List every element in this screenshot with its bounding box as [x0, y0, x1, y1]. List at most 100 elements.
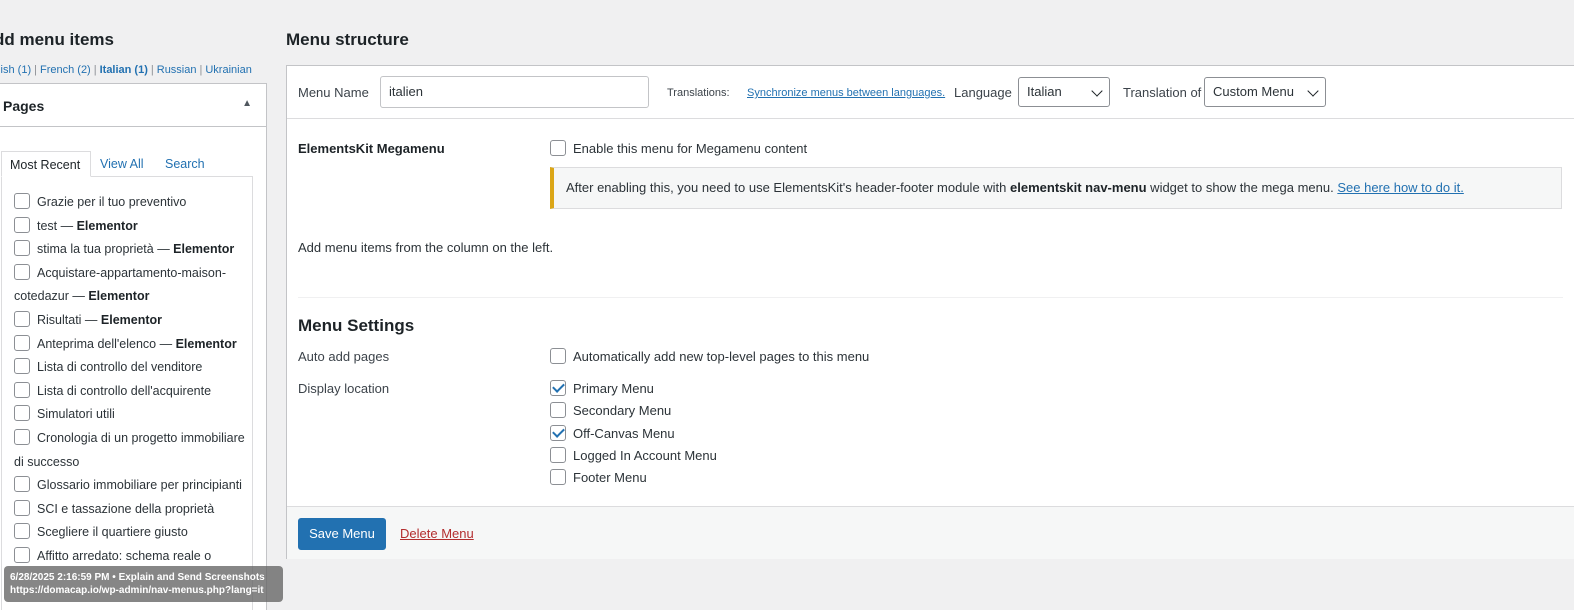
page-list-item[interactable]: SCI e tassazione della proprietà	[14, 498, 246, 522]
enable-megamenu-checkbox[interactable]	[550, 140, 566, 156]
translation-of-value: Custom Menu	[1213, 84, 1294, 99]
page-item-label: test —	[37, 218, 77, 233]
page-list-item[interactable]: Lista di controllo dell'acquirente	[14, 380, 246, 404]
page-checkbox[interactable]	[14, 240, 30, 257]
location-label: Off-Canvas Menu	[573, 426, 675, 441]
page-list-item[interactable]: Simulatori utili	[14, 403, 246, 427]
enable-megamenu-row[interactable]: Enable this menu for Megamenu content	[550, 140, 807, 157]
translations-label: Translations:	[667, 87, 730, 99]
language-select[interactable]: Italian	[1018, 77, 1110, 107]
tab-search[interactable]: Search	[165, 151, 205, 177]
page-list-item[interactable]: Acquistare-appartamento-maison-cotedazur…	[14, 262, 246, 309]
location-checkbox[interactable]	[550, 425, 566, 441]
tab-most-recent[interactable]: Most Recent	[1, 151, 91, 177]
add-menu-items-column: dd menu items glish (1)|French (2)|Itali…	[0, 0, 268, 610]
save-menu-button[interactable]: Save Menu	[298, 518, 386, 550]
menu-structure-title: Menu structure	[286, 30, 409, 49]
location-row[interactable]: Footer Menu	[550, 469, 647, 486]
tooltip-timestamp: 6/28/2025 2:16:59 PM • Explain and Send …	[10, 572, 265, 583]
delete-menu-link[interactable]: Delete Menu	[400, 526, 474, 541]
location-row[interactable]: Off-Canvas Menu	[550, 425, 675, 442]
notice-text-post: widget to show the mega menu.	[1146, 180, 1338, 195]
tab-view-all[interactable]: View All	[100, 151, 144, 177]
page-item-label: Glossario immobiliare per principianti	[37, 478, 242, 493]
page-list-item[interactable]: Cronologia di un progetto immobiliare di…	[14, 427, 246, 474]
page-item-label: SCI e tassazione della proprietà	[37, 501, 215, 516]
page-checkbox[interactable]	[14, 428, 30, 445]
page-checkbox[interactable]	[14, 310, 30, 327]
collapse-arrow-icon[interactable]: ▲	[242, 98, 252, 109]
page-checkbox[interactable]	[14, 358, 30, 375]
menu-edit-panel: Menu Name italien Translations: Synchron…	[286, 65, 1574, 559]
translation-of-label: Translation of	[1123, 85, 1202, 100]
location-checkbox[interactable]	[550, 402, 566, 418]
page-list-item[interactable]: Lista di controllo del venditore	[14, 356, 246, 380]
page-checkbox[interactable]	[14, 263, 30, 280]
lang-link-ukrainian[interactable]: Ukrainian	[205, 64, 251, 76]
location-row[interactable]: Primary Menu	[550, 380, 654, 397]
enable-megamenu-label: Enable this menu for Megamenu content	[573, 141, 808, 156]
page-checkbox[interactable]	[14, 476, 30, 493]
tooltip-url: https://domacap.io/wp-admin/nav-menus.ph…	[10, 585, 264, 596]
elementskit-megamenu-label: ElementsKit Megamenu	[298, 141, 445, 156]
lang-link-russian[interactable]: Russian	[157, 64, 197, 76]
translation-of-select[interactable]: Custom Menu	[1204, 77, 1326, 107]
page-item-label: Lista di controllo del venditore	[37, 360, 203, 375]
location-row[interactable]: Logged In Account Menu	[550, 447, 717, 464]
page-item-label: stima la tua proprietà —	[37, 242, 174, 257]
language-links: glish (1)|French (2)|Italian (1)|Russian…	[0, 64, 252, 76]
page-checkbox[interactable]	[14, 405, 30, 422]
pages-list: Grazie per il tuo preventivo test — Eleme…	[2, 177, 252, 569]
lang-link-french[interactable]: French (2)	[40, 64, 91, 76]
chevron-down-icon	[1307, 85, 1319, 97]
page-checkbox[interactable]	[14, 499, 30, 516]
pages-tabs: Most Recent View All Search	[1, 151, 261, 177]
page-item-builder: Elementor	[100, 312, 163, 327]
location-row[interactable]: Secondary Menu	[550, 402, 671, 419]
chevron-down-icon	[1091, 85, 1103, 97]
pages-box: Pages ▲ Most Recent View All Search Graz…	[0, 83, 267, 610]
see-how-link[interactable]: See here how to do it.	[1337, 180, 1463, 195]
page-list-item[interactable]: Risultati — Elementor	[14, 309, 246, 333]
auto-add-checkbox[interactable]	[550, 348, 566, 364]
location-checkbox[interactable]	[550, 380, 566, 396]
section-divider	[298, 297, 1563, 298]
language-select-value: Italian	[1027, 84, 1062, 99]
page-list-item[interactable]: Affitto arredato: schema reale o	[14, 545, 246, 569]
menu-footer: Save Menu Delete Menu	[287, 506, 1574, 559]
page-item-label: Affitto arredato: schema reale o	[37, 548, 212, 563]
pages-list-panel: Grazie per il tuo preventivo test — Eleme…	[1, 176, 253, 610]
synchronize-menus-link[interactable]: Synchronize menus between languages.	[747, 87, 945, 99]
page-item-label: Risultati —	[37, 312, 101, 327]
page-item-builder: Elementor	[173, 242, 235, 257]
page-list-item[interactable]: Scegliere il quartiere giusto	[14, 521, 246, 545]
page-checkbox[interactable]	[14, 193, 30, 209]
location-checkbox[interactable]	[550, 469, 566, 485]
lang-link-english[interactable]: glish (1)	[0, 64, 31, 76]
page-checkbox[interactable]	[14, 216, 30, 233]
location-label: Primary Menu	[573, 381, 654, 396]
page-list-item[interactable]: Anteprima dell'elenco — Elementor	[14, 333, 246, 357]
auto-add-row[interactable]: Automatically add new top-level pages to…	[550, 348, 869, 365]
menu-name-input[interactable]: italien	[380, 76, 649, 108]
page-item-label: Anteprima dell'elenco —	[37, 336, 176, 351]
page-checkbox[interactable]	[14, 523, 30, 540]
auto-add-pages-label: Auto add pages	[298, 349, 390, 364]
pages-box-header[interactable]: Pages ▲	[0, 84, 266, 127]
page-item-builder: Elementor	[76, 218, 138, 233]
page-checkbox[interactable]	[14, 381, 30, 398]
page-list-item[interactable]: test — Elementor	[14, 215, 246, 239]
menu-name-label: Menu Name	[298, 85, 369, 100]
page-item-label: Grazie per il tuo preventivo	[37, 195, 187, 209]
page-list-item[interactable]: Grazie per il tuo preventivo	[14, 191, 246, 215]
page-item-label: Simulatori utili	[37, 407, 115, 422]
location-label: Logged In Account Menu	[573, 448, 717, 463]
page-checkbox[interactable]	[14, 546, 30, 563]
lang-link-italian[interactable]: Italian (1)	[100, 64, 148, 76]
page-list-item[interactable]: stima la tua proprietà — Elementor	[14, 238, 246, 262]
page-list-item[interactable]: Glossario immobiliare per principianti	[14, 474, 246, 498]
location-checkbox[interactable]	[550, 447, 566, 463]
notice-text-pre: After enabling this, you need to use Ele…	[566, 180, 1011, 195]
screenshot-tooltip: 6/28/2025 2:16:59 PM • Explain and Send …	[4, 566, 283, 602]
page-checkbox[interactable]	[14, 334, 30, 351]
